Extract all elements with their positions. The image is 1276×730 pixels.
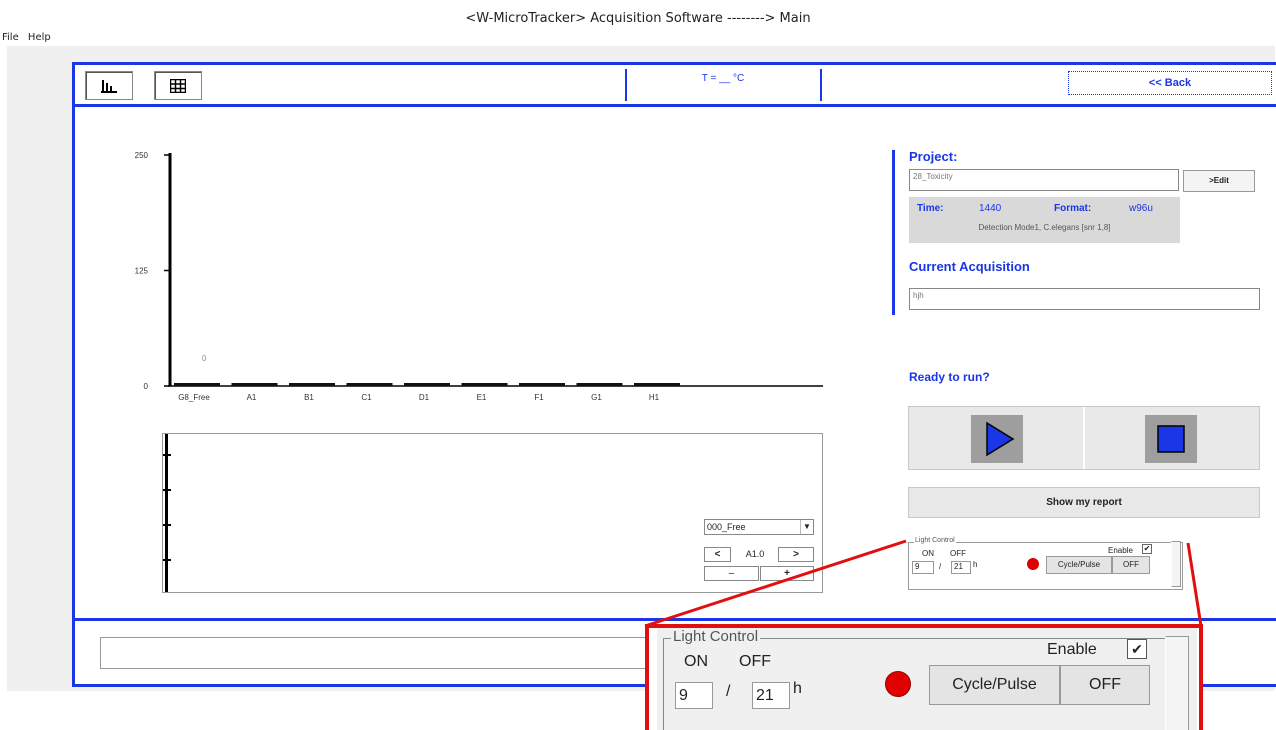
- zoom-panel-scrollbar[interactable]: [1165, 636, 1189, 730]
- light-control-zoom: Light Control ON OFF 9 / 21 h Enable ✔ C…: [645, 624, 1203, 730]
- zoom-on-hour-field[interactable]: 9: [675, 682, 713, 709]
- zoom-enable-checkbox[interactable]: ✔: [1127, 639, 1147, 659]
- zoom-off-hour-field[interactable]: 21: [752, 682, 790, 709]
- zoom-legend: Light Control: [671, 628, 761, 645]
- zoom-status-indicator: [885, 671, 911, 697]
- callout-lines: [644, 539, 1203, 628]
- zoom-cycle-pulse-button[interactable]: Cycle/Pulse: [929, 665, 1060, 705]
- callout-line-left: [644, 539, 907, 628]
- callout-line-right: [1186, 542, 1203, 627]
- zoom-enable-label: Enable: [1047, 641, 1097, 658]
- zoom-slash: /: [726, 683, 731, 700]
- zoom-on-label: ON: [684, 653, 708, 670]
- zoom-off-label: OFF: [739, 653, 771, 670]
- zoom-light-off-button[interactable]: OFF: [1060, 665, 1150, 705]
- zoom-hours-unit: h: [793, 680, 802, 697]
- zoom-inner: Light Control ON OFF 9 / 21 h Enable ✔ C…: [657, 628, 1197, 730]
